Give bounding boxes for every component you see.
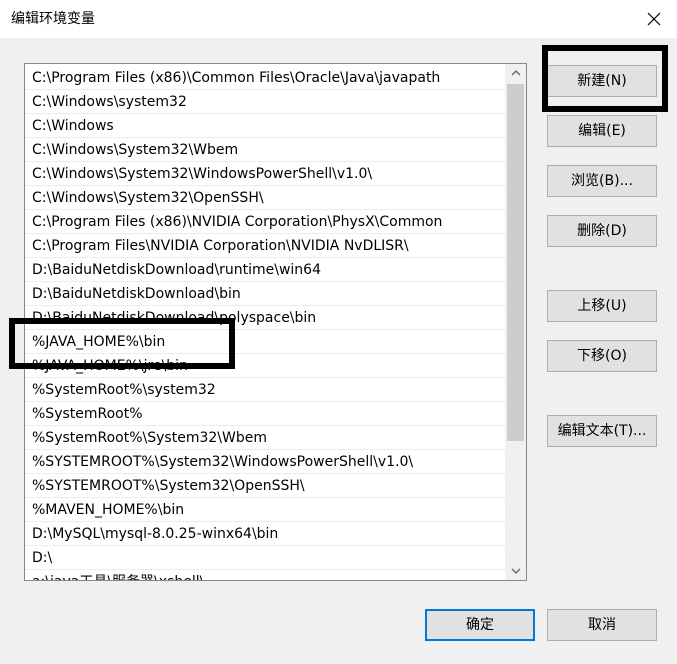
path-list-item[interactable]: %SYSTEMROOT%\System32\WindowsPowerShell\… (25, 450, 505, 474)
scroll-down-button[interactable] (505, 562, 526, 580)
path-list-item[interactable]: C:\Windows\system32 (25, 90, 505, 114)
path-list-item[interactable]: %SYSTEMROOT%\System32\OpenSSH\ (25, 474, 505, 498)
path-list-item[interactable]: %SystemRoot%\system32 (25, 378, 505, 402)
path-list-item[interactable]: C:\Windows (25, 114, 505, 138)
path-list-item[interactable]: D:\BaiduNetdiskDownload\runtime\win64 (25, 258, 505, 282)
path-list-item[interactable]: C:\Program Files (x86)\NVIDIA Corporatio… (25, 210, 505, 234)
edit-text-button[interactable]: 编辑文本(T)... (547, 415, 657, 447)
cancel-button[interactable]: 取消 (547, 609, 657, 641)
edit-env-var-dialog: 编辑环境变量 C:\Program Files (x86)\Common Fil… (0, 0, 677, 664)
vertical-scrollbar[interactable] (505, 64, 526, 580)
path-list-item[interactable]: D:\BaiduNetdiskDownload\polyspace\bin (25, 306, 505, 330)
ok-button[interactable]: 确定 (425, 609, 535, 641)
edit-button[interactable]: 编辑(E) (547, 115, 657, 147)
scroll-up-button[interactable] (505, 64, 526, 82)
title-bar: 编辑环境变量 (0, 0, 677, 38)
path-list-item[interactable]: %MAVEN_HOME%\bin (25, 498, 505, 522)
close-button[interactable] (631, 0, 677, 38)
delete-button[interactable]: 删除(D) (547, 215, 657, 247)
path-list-item[interactable]: %JAVA_HOME%\jre\bin (25, 354, 505, 378)
move-down-button[interactable]: 下移(O) (547, 340, 657, 372)
path-list-item[interactable]: C:\Program Files (x86)\Common Files\Orac… (25, 66, 505, 90)
window-title: 编辑环境变量 (11, 11, 95, 27)
path-list-item[interactable]: C:\Program Files\NVIDIA Corporation\NVID… (25, 234, 505, 258)
path-list-item[interactable]: %JAVA_HOME%\bin (25, 330, 505, 354)
path-list-item[interactable]: D:\BaiduNetdiskDownload\bin (25, 282, 505, 306)
scroll-thumb[interactable] (507, 84, 524, 441)
path-list-item[interactable]: a:\java工具\服务器\xshell\ (25, 570, 505, 580)
path-list-item[interactable]: C:\Windows\System32\WindowsPowerShell\v1… (25, 162, 505, 186)
new-button[interactable]: 新建(N) (547, 65, 657, 97)
path-list-item[interactable]: D:\ (25, 546, 505, 570)
path-list-item[interactable]: C:\Windows\System32\Wbem (25, 138, 505, 162)
chevron-up-icon (511, 70, 520, 76)
browse-button[interactable]: 浏览(B)... (547, 165, 657, 197)
move-up-button[interactable]: 上移(U) (547, 290, 657, 322)
path-listbox[interactable]: C:\Program Files (x86)\Common Files\Orac… (24, 63, 527, 581)
path-list-item[interactable]: D:\MySQL\mysql-8.0.25-winx64\bin (25, 522, 505, 546)
path-list-item[interactable]: %SystemRoot%\System32\Wbem (25, 426, 505, 450)
path-list-item[interactable]: C:\Windows\System32\OpenSSH\ (25, 186, 505, 210)
chevron-down-icon (511, 568, 520, 574)
close-icon (647, 12, 661, 26)
path-list: C:\Program Files (x86)\Common Files\Orac… (25, 66, 505, 580)
path-list-item[interactable]: %SystemRoot% (25, 402, 505, 426)
